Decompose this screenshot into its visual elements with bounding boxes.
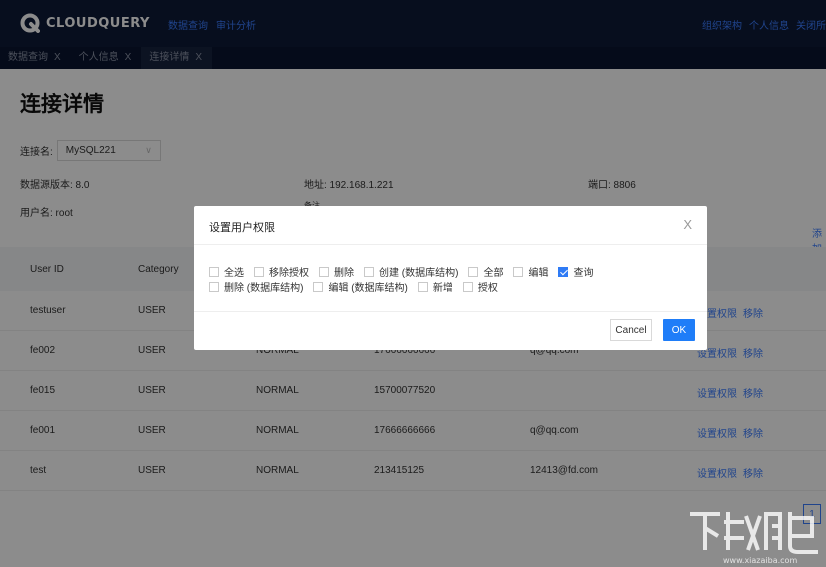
checkbox-label: 查询 <box>573 268 594 279</box>
checkbox-box[interactable] <box>468 266 479 277</box>
checkbox-box[interactable] <box>209 266 219 277</box>
checkbox-label: 创建 (数据库结构) <box>379 268 459 279</box>
permissions-row-2: 删除 (数据库结构) 编辑 (数据库结构) 新增 授权 <box>209 279 508 294</box>
set-permissions-dialog: 设置用户权限 X 全选 移除授权 删除 创建 (数据库结构) 全部 编辑 查询 … <box>194 206 707 350</box>
checkbox-edit[interactable]: 编辑 <box>513 264 548 279</box>
dialog-title: 设置用户权限 <box>209 222 275 234</box>
checkbox-create-schema[interactable]: 创建 (数据库结构) <box>364 264 458 279</box>
checkbox-label: 新增 <box>432 283 453 294</box>
checkbox-label: 授权 <box>477 283 498 294</box>
cancel-button[interactable]: Cancel <box>610 319 652 341</box>
checkbox-delete[interactable]: 删除 <box>319 264 354 279</box>
checkbox-label: 全部 <box>483 268 504 279</box>
checkbox-label: 编辑 <box>528 268 549 279</box>
checkbox-box[interactable] <box>364 266 374 277</box>
checkbox-label: 删除 <box>334 268 354 279</box>
watermark-url: www.xiazaiba.com <box>723 556 798 565</box>
checkbox-box[interactable] <box>513 266 524 277</box>
close-icon[interactable]: X <box>683 217 692 232</box>
checkbox-label: 移除授权 <box>269 268 309 279</box>
checkbox-box[interactable] <box>319 266 329 277</box>
xiazaiba-watermark-logo <box>690 512 818 554</box>
checkbox-label: 编辑 (数据库结构) <box>328 283 408 294</box>
checkbox-all[interactable]: 全部 <box>468 264 503 279</box>
checkbox-query[interactable]: 查询 <box>558 264 593 279</box>
checkbox-insert[interactable]: 新增 <box>417 279 453 294</box>
dialog-footer-divider <box>194 311 707 312</box>
dialog-header: 设置用户权限 X <box>194 206 707 245</box>
checkbox-grant[interactable]: 授权 <box>462 279 498 294</box>
checkbox-delete-schema[interactable]: 删除 (数据库结构) <box>209 279 303 294</box>
checkbox-box[interactable] <box>417 281 428 292</box>
ok-button[interactable]: OK <box>663 319 695 341</box>
checkbox-label: 全选 <box>224 268 244 279</box>
checkbox-edit-schema[interactable]: 编辑 (数据库结构) <box>313 279 408 294</box>
checkbox-box[interactable] <box>209 281 219 292</box>
checkbox-box[interactable] <box>313 281 324 292</box>
checkbox-remove-grant[interactable]: 移除授权 <box>254 264 309 279</box>
checkbox-box[interactable] <box>254 266 264 277</box>
checkbox-label: 删除 (数据库结构) <box>224 283 304 294</box>
checkbox-box[interactable] <box>462 281 473 292</box>
permissions-row-1: 全选 移除授权 删除 创建 (数据库结构) 全部 编辑 查询 <box>209 264 603 279</box>
checkbox-box-checked[interactable] <box>558 266 569 277</box>
checkbox-select-all[interactable]: 全选 <box>209 264 244 279</box>
